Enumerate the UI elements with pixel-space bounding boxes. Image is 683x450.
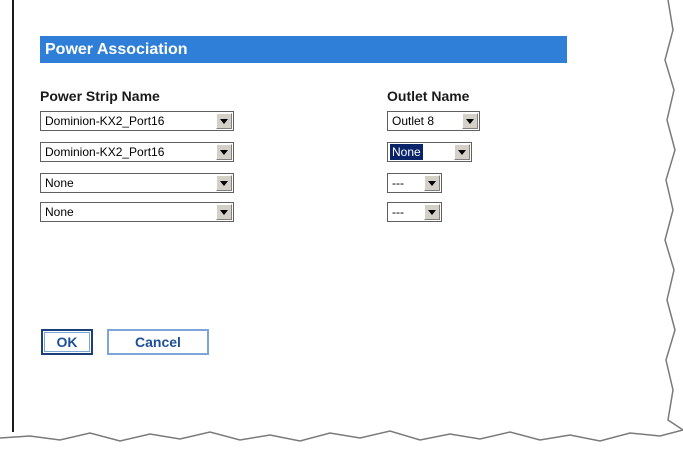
power-strip-value-3: None xyxy=(45,176,74,190)
chevron-down-icon[interactable] xyxy=(216,113,232,129)
outlet-select-1[interactable]: Outlet 8 xyxy=(387,111,480,131)
power-strip-value-4: None xyxy=(45,205,74,219)
outlet-select-4[interactable]: --- xyxy=(387,202,442,222)
power-strip-name-column-header: Power Strip Name xyxy=(40,88,160,104)
outlet-select-2[interactable]: None xyxy=(387,142,472,162)
power-strip-select-4[interactable]: None xyxy=(40,202,234,222)
chevron-down-icon[interactable] xyxy=(424,204,440,220)
torn-paper-edge xyxy=(0,0,683,450)
power-strip-select-3[interactable]: None xyxy=(40,173,234,193)
chevron-down-icon[interactable] xyxy=(454,144,470,160)
outlet-value-2: None xyxy=(390,144,423,160)
power-strip-select-2[interactable]: Dominion-KX2_Port16 xyxy=(40,142,234,162)
cancel-button[interactable]: Cancel xyxy=(107,329,209,355)
outlet-value-4: --- xyxy=(392,205,404,219)
outlet-name-column-header: Outlet Name xyxy=(387,88,470,104)
power-strip-value-1: Dominion-KX2_Port16 xyxy=(45,114,165,128)
outlet-select-3[interactable]: --- xyxy=(387,173,442,193)
chevron-down-icon[interactable] xyxy=(216,204,232,220)
chevron-down-icon[interactable] xyxy=(462,113,478,129)
chevron-down-icon[interactable] xyxy=(216,175,232,191)
power-strip-select-1[interactable]: Dominion-KX2_Port16 xyxy=(40,111,234,131)
power-strip-value-2: Dominion-KX2_Port16 xyxy=(45,145,165,159)
outlet-value-1: Outlet 8 xyxy=(392,114,435,128)
chevron-down-icon[interactable] xyxy=(424,175,440,191)
chevron-down-icon[interactable] xyxy=(216,144,232,160)
power-association-header: Power Association xyxy=(40,36,567,63)
outlet-value-3: --- xyxy=(392,176,404,190)
ok-button[interactable]: OK xyxy=(41,329,93,355)
